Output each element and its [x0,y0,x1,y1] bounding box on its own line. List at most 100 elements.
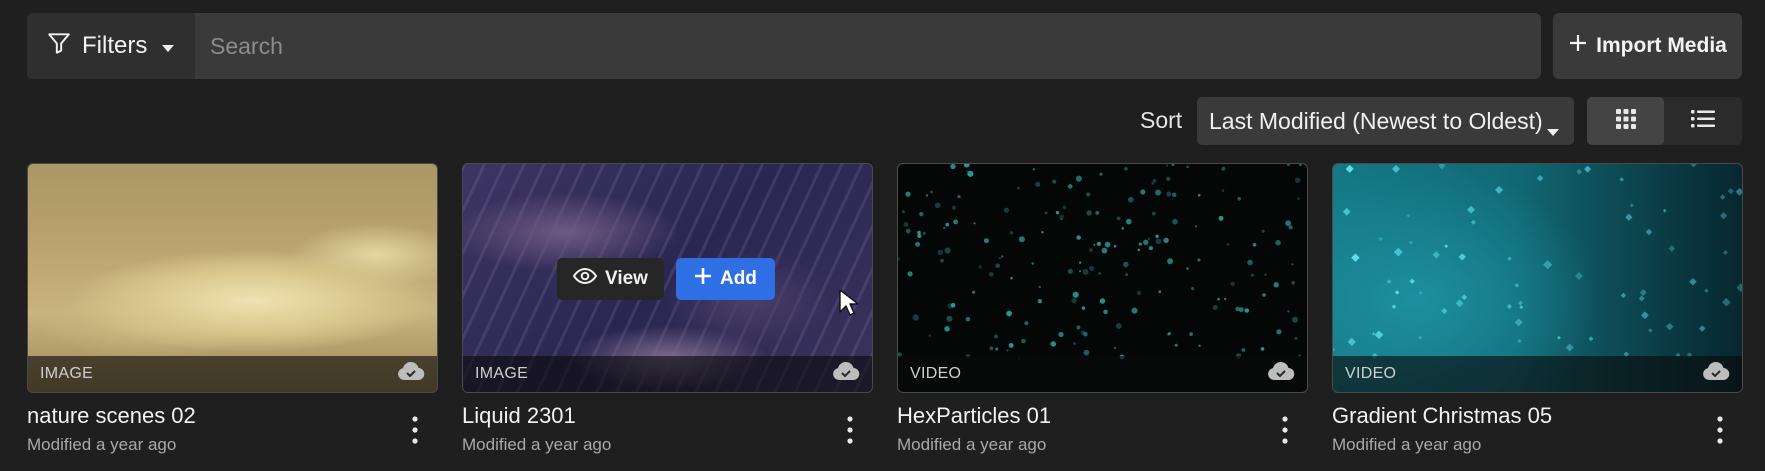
media-modified: Modified a year ago [462,435,612,454]
particle [1126,218,1132,225]
particle [1286,164,1291,167]
particle [1374,330,1384,340]
particle [1131,307,1138,314]
particle [930,190,933,194]
particle [994,334,999,339]
particle [995,263,1000,269]
more-options-icon[interactable] [841,413,859,447]
sort-label: Sort [1140,107,1183,133]
particle [902,210,905,214]
filters-button[interactable]: Filters [27,13,195,79]
filters-label: Filters [82,32,148,59]
more-options-icon[interactable] [1711,413,1729,447]
hover-actions: View Add [557,258,775,300]
media-type-label: VIDEO [910,365,962,382]
particle [940,258,944,263]
media-thumbnail[interactable]: View Add IMAGE [462,163,873,393]
particle [1285,220,1291,227]
particle [1273,282,1279,288]
particle [1113,346,1117,350]
particle [1226,243,1230,246]
particle [1345,164,1354,173]
particle [1238,307,1244,313]
particle [1099,298,1106,304]
particle [951,205,956,210]
particle [1252,243,1257,247]
more-options-icon[interactable] [1276,413,1294,447]
particle [1174,343,1178,347]
particle [1518,300,1523,306]
particle [1666,322,1674,331]
particle [1224,297,1227,301]
particle [1275,239,1281,246]
media-thumbnail[interactable]: IMAGE [27,163,438,393]
particle [1080,330,1085,335]
particle [1292,316,1298,323]
particle [1121,227,1125,230]
particle [1221,166,1226,171]
particle [1095,211,1100,215]
media-card[interactable]: IMAGE nature scenes 02 Modified a year a… [27,163,438,455]
particle [1287,310,1290,313]
particle [1072,291,1079,298]
particle [1556,335,1561,340]
particle [1166,164,1168,167]
list-view-button[interactable] [1664,97,1741,145]
particle [1662,208,1667,213]
particle [1197,193,1201,197]
filter-icon [46,30,72,63]
particle [1086,210,1092,216]
particle [1441,307,1448,314]
particle [1432,251,1440,259]
media-card[interactable]: View Add IMAGE Liquid 2301 Modified a ye… [462,163,873,455]
import-media-button[interactable]: Import Media [1553,13,1742,79]
particle [1575,272,1583,280]
particle [1172,192,1177,197]
particle [1081,306,1086,310]
view-button[interactable]: View [557,258,664,300]
cloud-check-icon [832,361,860,387]
particle [1297,197,1300,200]
particle [912,314,919,321]
particle [1690,164,1697,168]
media-thumbnail[interactable]: VIDEO [897,163,1308,393]
particle [1140,189,1146,195]
particle [1294,336,1298,340]
particle [1166,332,1170,336]
sort-dropdown[interactable]: Last Modified (Newest to Oldest) [1197,97,1574,145]
particle [1351,253,1360,262]
grid-view-button[interactable] [1587,97,1664,145]
particle [1276,329,1282,335]
particle [1044,211,1048,215]
particle [1418,291,1423,295]
particle [1166,191,1172,197]
media-thumbnail[interactable]: VIDEO [1332,163,1743,393]
particle [1247,259,1253,266]
caret-down-icon [161,32,175,60]
particle [1093,243,1096,246]
particle [1099,172,1103,176]
particle [1089,248,1093,252]
particle [1588,336,1594,342]
particle [1009,231,1014,235]
particle [1163,237,1169,243]
thumbnail-info-bar: VIDEO [1333,356,1742,392]
particle [1116,216,1121,221]
media-modified: Modified a year ago [27,435,177,454]
particle [1006,310,1012,317]
particle [917,234,922,238]
particle [1342,207,1351,216]
particle [1071,298,1077,304]
particle [1438,164,1446,170]
particle [1386,279,1392,284]
particle [1041,231,1044,234]
more-options-icon[interactable] [406,413,424,447]
media-card[interactable]: VIDEO Gradient Christmas 05 Modified a y… [1332,163,1743,455]
particle [1495,185,1504,194]
particle [950,302,956,308]
particle [928,334,931,337]
media-title: nature scenes 02 [27,403,196,428]
search-input[interactable] [195,13,1541,79]
add-button[interactable]: Add [675,258,775,300]
media-card[interactable]: VIDEO HexParticles 01 Modified a year ag… [897,163,1308,455]
